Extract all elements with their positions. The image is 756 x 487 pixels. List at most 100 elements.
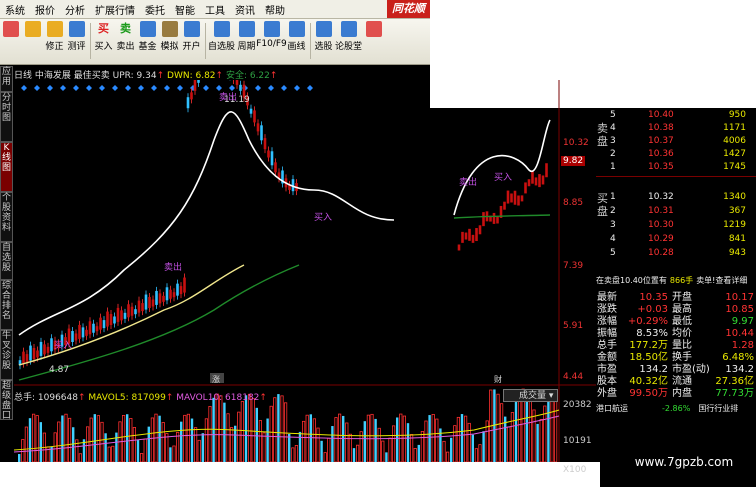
candle-body — [545, 163, 548, 178]
left-tab[interactable]: 个股资料 — [0, 192, 13, 242]
menu-item[interactable]: 委托 — [140, 2, 170, 17]
volume-bar — [420, 431, 425, 462]
left-tab[interactable]: 应用 — [0, 66, 13, 92]
buy-row[interactable]: 2 10.31 367 — [596, 205, 756, 218]
volume-bar — [89, 417, 93, 462]
volume-bar — [244, 395, 248, 462]
left-tab[interactable]: K线图 — [0, 142, 13, 192]
candle-body — [531, 171, 534, 184]
toolbar-button[interactable]: 修正 — [44, 21, 65, 52]
menu-item[interactable]: 分析 — [60, 2, 90, 17]
volume-bar — [391, 425, 396, 462]
volume-bar — [428, 415, 431, 462]
toolbar-button[interactable]: 买买入 — [93, 21, 114, 52]
volume-bar — [262, 432, 266, 462]
volume-bar — [320, 440, 323, 462]
toolbar-button[interactable]: 论股堂 — [335, 21, 362, 52]
y-axis-label: 7.39 — [563, 261, 584, 271]
menu-item[interactable]: 帮助 — [260, 2, 290, 17]
toolbar-button[interactable]: F10/F9 — [256, 21, 287, 49]
toolbar-button-label: 选股 — [314, 42, 333, 52]
left-tab[interactable]: 牛叉诊股 — [0, 330, 13, 380]
toolbar-button[interactable]: 开户 — [181, 21, 202, 52]
sector-bar[interactable]: 港口航运 -2.86% 国行行业排 — [596, 403, 756, 415]
vol-axis-label: 10191 — [563, 436, 592, 446]
left-tab[interactable]: 超级盘口 — [0, 380, 13, 421]
buy-row[interactable]: 1 10.32 1340 — [596, 191, 756, 204]
volume-bar — [111, 445, 115, 462]
candle-body — [95, 326, 99, 332]
candle-body — [235, 80, 239, 85]
volume-bar — [471, 434, 474, 462]
forum-icon — [340, 21, 357, 37]
menu-item[interactable]: 工具 — [200, 2, 230, 17]
toolbar-button[interactable]: 卖卖出 — [115, 21, 136, 52]
buy-row[interactable]: 5 10.28 943 — [596, 247, 756, 260]
back-arrow-icon — [24, 21, 41, 37]
level: 2 — [610, 149, 616, 159]
toolbar-separator — [90, 23, 91, 59]
pen-icon — [288, 21, 305, 37]
left-tab[interactable]: 综合排名 — [0, 280, 13, 330]
queue-info[interactable]: 在卖盘10.40位置有 866手 卖单!查看详细 — [596, 275, 756, 287]
volume-bar — [312, 418, 317, 462]
stat-v1: 8.53% — [636, 328, 668, 339]
buy-row[interactable]: 3 10.30 1219 — [596, 219, 756, 232]
toolbar-button[interactable]: 模拟 — [159, 21, 180, 52]
left-tab[interactable]: 自选股 — [0, 242, 13, 280]
menu-item[interactable]: 报价 — [30, 2, 60, 17]
sell-row[interactable]: 5 10.40 950 — [596, 109, 756, 122]
volume-indicator-select[interactable]: 成交量 ▾ — [503, 389, 558, 402]
price: 10.30 — [648, 220, 674, 230]
stat-v2: 10.85 — [725, 304, 754, 315]
toolbar-button[interactable] — [363, 21, 384, 39]
stat-l2: 换手 — [672, 352, 692, 363]
toolbar-button[interactable]: 基金 — [137, 21, 158, 52]
volume-bar — [180, 421, 183, 462]
volume-bar — [301, 420, 306, 462]
toolbar-button[interactable]: 周期 — [236, 21, 257, 52]
volume-bar — [402, 415, 407, 462]
left-tab[interactable]: 分时图 — [0, 92, 13, 142]
fund-icon — [139, 21, 156, 37]
candle-body — [50, 338, 53, 352]
menu-bar: 系统 报价 分析 扩展行情 委托 智能 工具 资讯 帮助 同花顺 — [0, 0, 430, 19]
candle-body — [527, 179, 531, 187]
menu-item[interactable]: 系统 — [0, 2, 30, 17]
toolbar-button[interactable] — [22, 21, 43, 39]
queue-detail-link[interactable]: 卖单!查看详细 — [696, 276, 747, 285]
toolbar-button[interactable] — [0, 21, 21, 39]
sell-row[interactable]: 2 10.36 1427 — [596, 148, 756, 161]
toolbar-button[interactable]: 自选股 — [208, 21, 235, 52]
menu-item[interactable]: 资讯 — [230, 2, 260, 17]
queue-text: 在卖盘10.40位置有 — [596, 276, 667, 285]
toolbar-button[interactable]: 画线 — [286, 21, 307, 52]
toolbar-button[interactable]: 选股 — [313, 21, 334, 52]
sell-row[interactable]: 1 10.35 1745 — [596, 161, 756, 174]
price: 10.38 — [648, 123, 674, 133]
sector-rank-link[interactable]: 国行行业排 — [698, 404, 738, 413]
sell-row[interactable]: 3 10.37 4006 — [596, 135, 756, 148]
price: 10.32 — [648, 192, 674, 202]
volume-bar — [442, 440, 446, 462]
menu-item[interactable]: 智能 — [170, 2, 200, 17]
volume-bar — [150, 417, 154, 462]
volume-bar — [158, 415, 161, 462]
upper-band-line — [18, 111, 551, 336]
toolbar-button-label: 测评 — [67, 42, 86, 52]
volume-bar — [240, 401, 244, 462]
buy-row[interactable]: 4 10.29 841 — [596, 233, 756, 246]
candle-body — [176, 283, 179, 296]
candle-body — [478, 225, 482, 235]
toolbar-button[interactable]: 测评 — [66, 21, 87, 52]
menu-item[interactable]: 扩展行情 — [90, 2, 140, 17]
kline-chart[interactable]: 11.194.87卖出买入卖出买入卖出 买入涨财 — [14, 80, 596, 462]
stat-v2: 10.17 — [725, 292, 754, 303]
candle-body — [172, 292, 176, 298]
candle-body — [464, 232, 468, 240]
volume-bar — [223, 402, 226, 462]
sell-row[interactable]: 4 10.38 1171 — [596, 122, 756, 135]
candle-body — [144, 294, 148, 310]
candle-body — [183, 277, 186, 293]
candle-body — [239, 84, 242, 91]
